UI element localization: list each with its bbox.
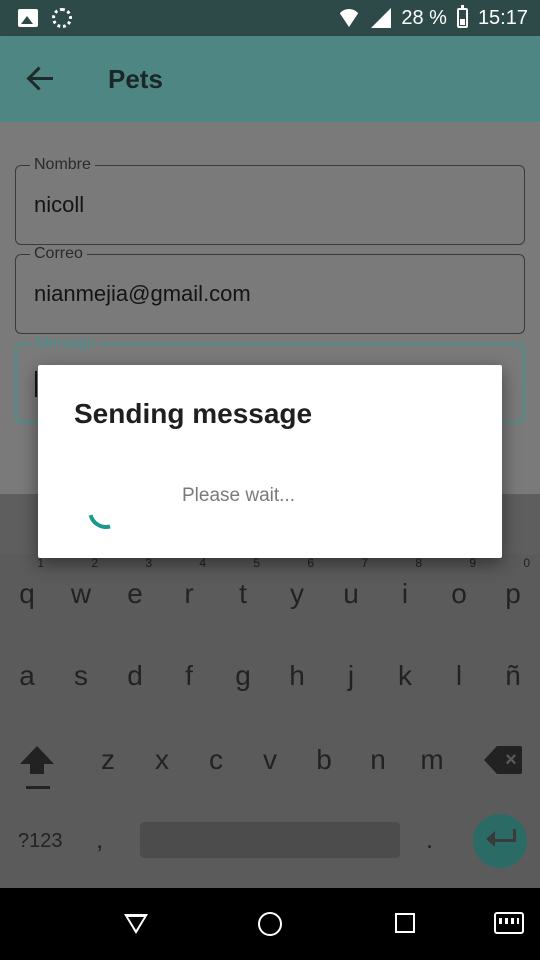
key-n-tilde[interactable]: ñ (486, 660, 540, 692)
key-n[interactable]: n (351, 744, 405, 776)
arrow-back-icon[interactable] (26, 64, 56, 94)
photo-icon (18, 9, 38, 27)
key-hint: 3 (145, 556, 152, 570)
key-label: u (343, 578, 359, 609)
page-title: Pets (108, 63, 163, 94)
key-d[interactable]: d (108, 660, 162, 692)
key-hint: 1 (37, 556, 44, 570)
name-field-label: Nombre (30, 156, 95, 174)
key-j[interactable]: j (324, 660, 378, 692)
sync-icon (52, 8, 72, 28)
key-p[interactable]: 0p (486, 556, 540, 610)
key-hint: 5 (253, 556, 260, 570)
key-h[interactable]: h (270, 660, 324, 692)
key-v[interactable]: v (243, 744, 297, 776)
key-o[interactable]: 9o (432, 556, 486, 610)
key-w[interactable]: 2w (54, 556, 108, 610)
email-field-value: nianmejia@gmail.com (34, 281, 251, 306)
key-b[interactable]: b (297, 744, 351, 776)
soft-keyboard: 1q 2w 3e 4r 5t 6y 7u 8i 9o 0p a s d f g … (0, 554, 540, 888)
progress-dialog: Sending message Please wait... (38, 365, 502, 558)
key-s[interactable]: s (54, 660, 108, 692)
key-label: i (401, 578, 409, 609)
key-y[interactable]: 6y (270, 556, 324, 610)
key-x[interactable]: x (135, 744, 189, 776)
nav-recents-icon[interactable] (395, 913, 415, 933)
key-t[interactable]: 5t (216, 556, 270, 610)
key-label: y (290, 578, 304, 609)
key-hint: 2 (91, 556, 98, 570)
key-e[interactable]: 3e (108, 556, 162, 610)
key-m[interactable]: m (405, 744, 459, 776)
nav-back-icon[interactable] (124, 914, 148, 934)
key-label: t (239, 578, 247, 609)
key-f[interactable]: f (162, 660, 216, 692)
key-label: w (70, 578, 92, 609)
comma-key[interactable]: , (96, 824, 103, 855)
key-hint: 7 (361, 556, 368, 570)
email-field[interactable]: Correo nianmejia@gmail.com (15, 245, 525, 334)
name-field[interactable]: Nombre nicoll (15, 156, 525, 245)
status-right: 28 % 15:17 (337, 5, 528, 30)
key-label: q (19, 578, 35, 609)
nav-home-icon[interactable] (258, 912, 282, 936)
key-hint: 8 (415, 556, 422, 570)
key-hint: 6 (307, 556, 314, 570)
key-hint: 9 (469, 556, 476, 570)
wifi-icon (337, 9, 362, 27)
period-key[interactable]: . (426, 824, 433, 855)
key-i[interactable]: 8i (378, 556, 432, 610)
app-bar: Pets (0, 36, 540, 122)
signal-icon (371, 8, 392, 28)
battery-percent: 28 % (401, 6, 447, 29)
key-label: o (451, 578, 467, 609)
key-label: p (505, 578, 521, 609)
message-field-label: Mensaje (31, 335, 100, 353)
key-r[interactable]: 4r (162, 556, 216, 610)
shift-underline (26, 786, 50, 789)
enter-icon[interactable] (473, 814, 527, 868)
key-k[interactable]: k (378, 660, 432, 692)
dialog-title: Sending message (74, 398, 313, 429)
system-nav-bar (0, 888, 540, 960)
shift-icon[interactable] (20, 746, 54, 788)
text-cursor (35, 371, 37, 397)
key-hint: 4 (199, 556, 206, 570)
spacebar[interactable] (140, 822, 400, 858)
key-z[interactable]: z (81, 744, 135, 776)
key-u[interactable]: 7u (324, 556, 378, 610)
symbols-key[interactable]: ?123 (18, 830, 63, 853)
key-c[interactable]: c (189, 744, 243, 776)
status-bar: 28 % 15:17 (0, 0, 540, 36)
battery-charging-icon (456, 5, 468, 28)
loading-spinner-icon (81, 486, 131, 536)
key-label: e (127, 578, 143, 609)
dialog-message: Please wait... (182, 485, 295, 506)
keyboard-switch-icon[interactable] (494, 912, 524, 934)
email-field-label: Correo (30, 245, 87, 263)
key-hint: 0 (523, 556, 530, 570)
key-q[interactable]: 1q (0, 556, 54, 610)
backspace-icon[interactable]: × (484, 746, 522, 774)
key-a[interactable]: a (0, 660, 54, 692)
clock: 15:17 (477, 6, 528, 29)
key-g[interactable]: g (216, 660, 270, 692)
backspace-x-glyph: × (505, 749, 517, 771)
key-label: r (184, 578, 194, 609)
status-left-icons (18, 8, 72, 28)
key-l[interactable]: l (432, 660, 486, 692)
name-field-value: nicoll (34, 192, 85, 217)
